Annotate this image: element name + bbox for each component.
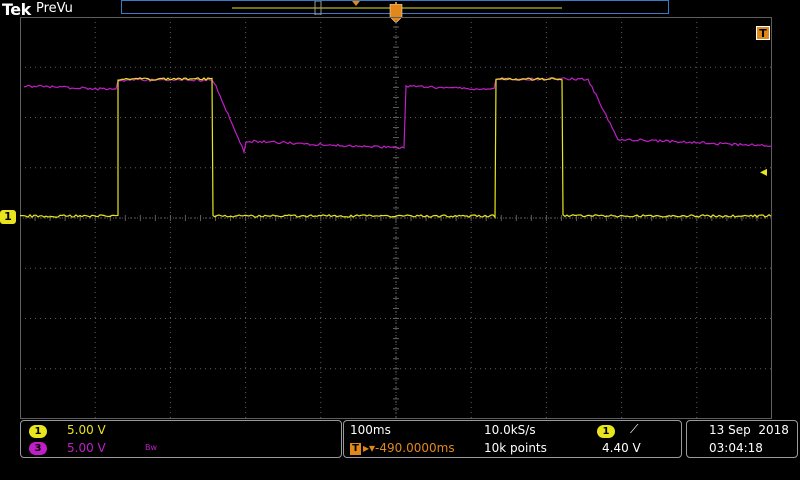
channel-3-scale: 5.00 V xyxy=(67,441,106,455)
waveform-graticule xyxy=(20,17,772,419)
graticule-grid xyxy=(20,17,772,419)
record-trigger-pointer xyxy=(352,1,360,6)
trigger-source-badge[interactable]: 1 xyxy=(597,425,615,438)
date-readout: 13 Sep 2018 xyxy=(709,423,789,437)
bandwidth-limit-icon: Bw xyxy=(145,443,157,452)
timebase-trigger-panel[interactable]: 100ms 10.0kS/s T ▸▾-490.0000ms 10k point… xyxy=(343,420,682,458)
channel-settings-panel[interactable]: 1 5.00 V 3 5.00 V Bw xyxy=(20,420,342,458)
channel-1-scale: 5.00 V xyxy=(67,423,106,437)
trigger-level: 4.40 V xyxy=(602,441,641,455)
trigger-level-arrow-icon[interactable]: ◂ xyxy=(760,164,767,180)
channel-3-badge[interactable]: 3 xyxy=(29,442,47,455)
trigger-slope-icon: ⟋ xyxy=(630,422,638,437)
horizontal-scale: 100ms xyxy=(350,423,391,437)
horizontal-delay: ▸▾-490.0000ms xyxy=(363,441,455,455)
datetime-panel[interactable]: 13 Sep 2018 03:04:18 xyxy=(686,420,798,458)
acquisition-status: PreVu xyxy=(36,1,73,16)
channel-1-ground-marker[interactable]: 1 xyxy=(0,210,16,224)
channel-3-waveform xyxy=(24,78,772,152)
channel-1-badge[interactable]: 1 xyxy=(29,425,47,438)
record-length: 10k points xyxy=(484,441,547,455)
time-readout: 03:04:18 xyxy=(709,441,763,455)
trigger-delay-icon: T xyxy=(350,443,361,455)
sample-rate: 10.0kS/s xyxy=(484,423,536,437)
